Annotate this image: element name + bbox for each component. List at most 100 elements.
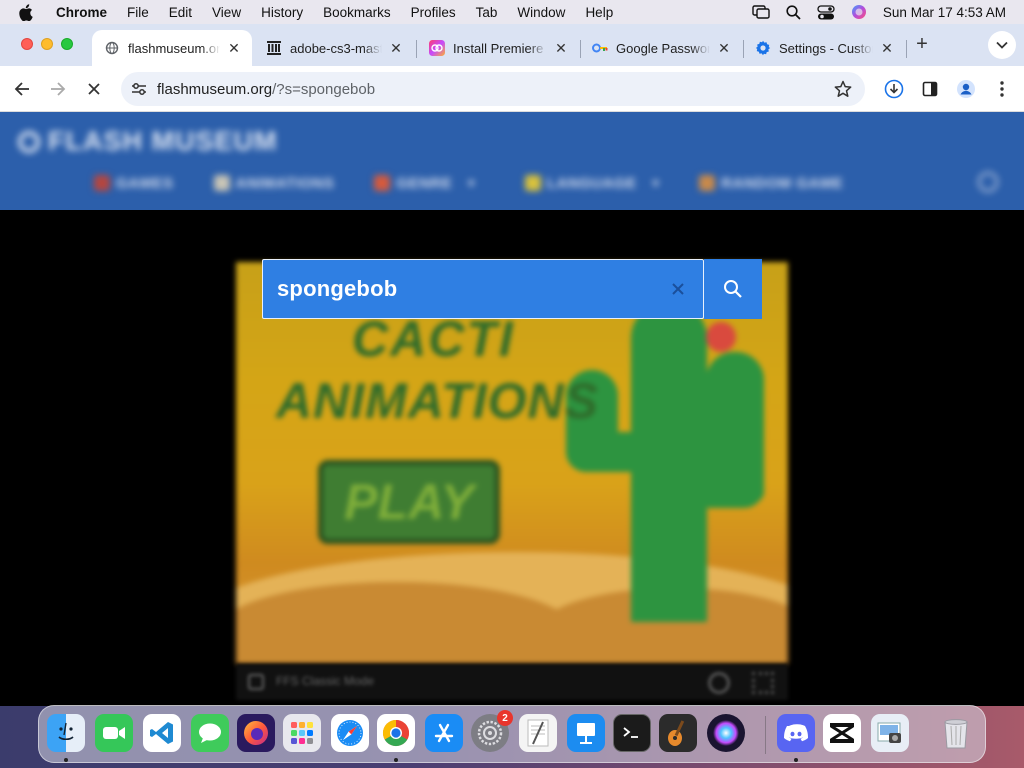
- webpage-content: FLASH MUSEUM GAMES ANIMATIONS GENRE ▾ LA…: [0, 112, 1024, 706]
- menu-help[interactable]: Help: [585, 5, 613, 20]
- site-search-input[interactable]: spongebob: [262, 259, 704, 319]
- tab-adobe-cs3[interactable]: adobe-cs3-master-collection ✕: [254, 30, 414, 66]
- address-url[interactable]: flashmuseum.org/?s=spongebob: [157, 81, 831, 98]
- side-panel-icon[interactable]: [916, 75, 944, 103]
- chrome-icon[interactable]: [377, 714, 415, 752]
- tab-title: Google Password Manager: [616, 40, 710, 56]
- siri-app-icon[interactable]: [707, 714, 745, 752]
- nav-animations[interactable]: ANIMATIONS: [213, 175, 335, 192]
- tab-title: Settings - Customize Chrome: [779, 40, 873, 56]
- running-indicator: [794, 758, 798, 762]
- chevron-down-icon: [996, 41, 1008, 49]
- nav-label: GENRE: [396, 174, 453, 192]
- tab-search-button[interactable]: [988, 31, 1016, 59]
- address-bar[interactable]: flashmuseum.org/?s=spongebob: [121, 72, 865, 106]
- search-value[interactable]: spongebob: [277, 276, 669, 302]
- browser-tab-strip: flashmuseum.org/?s=spongebob ✕ adobe-cs3…: [0, 24, 1024, 66]
- site-search-icon[interactable]: [978, 172, 998, 192]
- nav-label: LANGUAGE: [546, 174, 637, 192]
- bookmark-star-icon[interactable]: [831, 77, 855, 101]
- tab-google-password[interactable]: Google Password Manager ✕: [580, 30, 742, 66]
- player-settings-icon[interactable]: [708, 672, 730, 694]
- site-info-tune-icon[interactable]: [129, 79, 149, 99]
- downloads-icon[interactable]: [880, 75, 908, 103]
- siri-icon[interactable]: [851, 4, 867, 20]
- menu-view[interactable]: View: [212, 5, 241, 20]
- fullscreen-icon[interactable]: [752, 672, 774, 694]
- nav-label: RANDOM GAME: [721, 174, 844, 192]
- messages-icon[interactable]: [191, 714, 229, 752]
- trash-icon[interactable]: [937, 714, 975, 752]
- stop-loading-icon[interactable]: [80, 75, 108, 103]
- tab-close-icon[interactable]: ✕: [388, 40, 404, 56]
- site-search-overlay: spongebob: [262, 259, 762, 319]
- game-play-button[interactable]: PLAY: [318, 460, 500, 544]
- menu-bookmarks[interactable]: Bookmarks: [323, 5, 391, 20]
- firefox-icon[interactable]: [237, 714, 275, 752]
- tab-close-icon[interactable]: ✕: [716, 40, 732, 56]
- tab-close-icon[interactable]: ✕: [226, 40, 242, 56]
- menu-datetime[interactable]: Sun Mar 17 4:53 AM: [883, 5, 1006, 20]
- launchpad-icon[interactable]: [283, 714, 321, 752]
- tab-settings[interactable]: Settings - Customize Chrome ✕: [743, 30, 905, 66]
- globe-icon: [524, 175, 541, 191]
- menu-edit[interactable]: Edit: [169, 5, 192, 20]
- chrome-menu-icon[interactable]: [988, 75, 1016, 103]
- forward-arrow-icon[interactable]: [44, 75, 72, 103]
- preview-icon[interactable]: [871, 714, 909, 752]
- textedit-icon[interactable]: [519, 714, 557, 752]
- site-logo-text: FLASH MUSEUM: [48, 126, 278, 156]
- terminal-icon[interactable]: [613, 714, 651, 752]
- discord-icon[interactable]: [777, 714, 815, 752]
- app-store-icon[interactable]: [425, 714, 463, 752]
- flash-game-preview[interactable]: CACTI ANIMATIONS PLAY: [236, 262, 788, 664]
- capcut-icon[interactable]: [823, 714, 861, 752]
- nav-genre[interactable]: GENRE ▾: [374, 175, 474, 192]
- genre-icon: [374, 175, 391, 191]
- site-logo[interactable]: FLASH MUSEUM: [18, 126, 278, 157]
- safari-icon[interactable]: [331, 714, 369, 752]
- facetime-icon[interactable]: [95, 714, 133, 752]
- settings-gear-icon: [755, 40, 771, 56]
- browser-toolbar: flashmuseum.org/?s=spongebob: [0, 66, 1024, 112]
- window-minimize-button[interactable]: [41, 38, 53, 50]
- tab-close-icon[interactable]: ✕: [879, 40, 895, 56]
- vscode-icon[interactable]: [143, 714, 181, 752]
- menu-profiles[interactable]: Profiles: [411, 5, 456, 20]
- menu-history[interactable]: History: [261, 5, 303, 20]
- tab-install-premiere[interactable]: Install Premiere Pro ✕: [417, 30, 579, 66]
- menu-tab[interactable]: Tab: [476, 5, 498, 20]
- back-arrow-icon[interactable]: [8, 75, 36, 103]
- film-icon: [213, 175, 230, 191]
- keynote-icon[interactable]: [567, 714, 605, 752]
- tab-close-icon[interactable]: ✕: [553, 40, 569, 56]
- macos-dock: 2: [38, 705, 986, 763]
- notification-badge: 2: [497, 710, 513, 726]
- spotlight-search-icon[interactable]: [786, 4, 801, 20]
- window-zoom-button[interactable]: [61, 38, 73, 50]
- apple-menu-icon[interactable]: [18, 3, 36, 21]
- tab-flashmuseum[interactable]: flashmuseum.org/?s=spongebob ✕: [92, 30, 252, 66]
- garageband-icon[interactable]: [659, 714, 697, 752]
- close-search-icon[interactable]: [669, 280, 687, 298]
- menu-window[interactable]: Window: [517, 5, 565, 20]
- google-key-icon: [592, 40, 608, 56]
- nav-random-game[interactable]: RANDOM GAME: [699, 175, 843, 192]
- loading-globe-icon: [104, 40, 120, 56]
- finder-icon[interactable]: [47, 714, 85, 752]
- chevron-down-icon: ▾: [468, 176, 475, 190]
- nav-language[interactable]: LANGUAGE ▾: [524, 174, 659, 192]
- macos-menu-bar: Chrome File Edit View History Bookmarks …: [0, 0, 1024, 24]
- site-search-submit-button[interactable]: [704, 259, 762, 319]
- menu-file[interactable]: File: [127, 5, 149, 20]
- window-close-button[interactable]: [21, 38, 33, 50]
- profile-avatar-icon[interactable]: [952, 75, 980, 103]
- menu-app-name[interactable]: Chrome: [56, 5, 107, 20]
- screen-mirroring-icon[interactable]: [752, 5, 770, 19]
- control-center-icon[interactable]: [817, 4, 835, 20]
- system-settings-icon[interactable]: 2: [471, 710, 513, 752]
- tab-title: Install Premiere Pro: [453, 40, 547, 56]
- new-tab-plus-icon[interactable]: +: [912, 33, 932, 55]
- nav-games[interactable]: GAMES: [94, 175, 174, 192]
- dice-icon: [699, 175, 716, 191]
